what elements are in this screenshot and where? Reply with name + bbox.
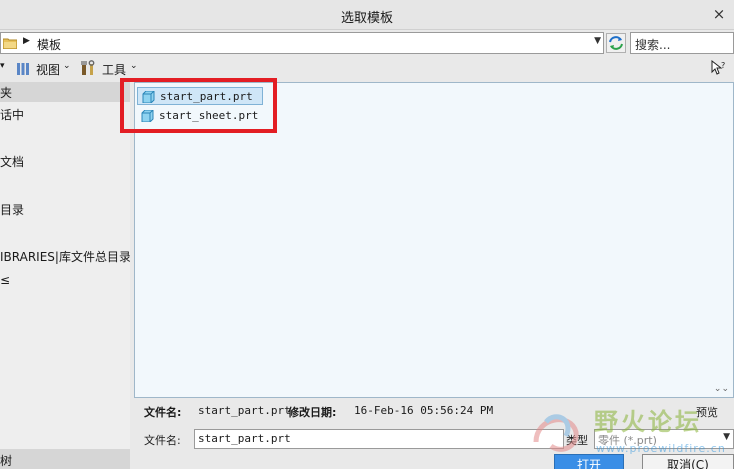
cancel-button[interactable]: 取消(C) [642,454,734,469]
sidebar-item-documents[interactable]: 文档 [0,153,24,170]
refresh-icon[interactable] [606,33,626,53]
organize-chevron-icon[interactable]: ▾ [0,61,5,71]
info-filename-value: start_part.prt [198,404,291,417]
sidebar: 夹 话中 文档 目录 IBRARIES|库文件总目录 ≤ 树 [0,82,130,469]
type-value: 零件 (*.prt) [598,434,657,447]
preview-toggle[interactable]: 预览 [696,404,718,420]
search-input[interactable]: 搜索... [630,32,734,54]
svg-text:?: ? [721,61,725,70]
title-bar: 选取模板 × [0,0,734,30]
sidebar-item-other[interactable]: ≤ [0,273,10,287]
info-modified-label: 修改日期: [288,406,337,419]
type-select[interactable]: 零件 (*.prt) ▼ [594,429,734,449]
filename-row: 文件名: start_part.prt 类型 零件 (*.prt) ▼ [134,426,734,452]
filename-label: 文件名: [144,434,181,447]
folder-icon [3,38,17,49]
info-filename-label: 文件名: [144,406,182,419]
view-menu[interactable]: 视图 [36,61,60,78]
close-icon[interactable]: × [710,5,728,23]
breadcrumb-item[interactable]: 模板 [37,36,61,53]
type-label: 类型 [566,434,588,447]
chevron-down-icon[interactable]: ▼ [594,36,601,46]
file-info-bar: 文件名: start_part.prt 修改日期: 16-Feb-16 05:5… [134,400,734,422]
resize-grip-icon[interactable]: ⌄⌄ [714,384,729,394]
tools-icon[interactable] [80,60,96,76]
chevron-down-icon[interactable]: ⌄ [63,61,71,71]
window-title: 选取模板 [340,11,393,26]
open-button[interactable]: 打开 [554,454,624,469]
sidebar-item-session[interactable]: 话中 [0,106,24,123]
button-row: 打开 取消(C) [134,452,734,469]
tools-menu[interactable]: 工具 [102,61,126,78]
chevron-down-icon[interactable]: ⌄ [130,61,138,71]
sidebar-item-directory[interactable]: 目录 [0,201,24,218]
chevron-down-icon[interactable]: ▼ [723,432,730,442]
highlight-annotation [120,78,277,133]
filename-field[interactable]: start_part.prt [194,429,564,449]
path-bar: ▶ 模板 ▼ 搜索... [0,30,734,56]
sidebar-header[interactable]: 夹 [0,82,130,102]
breadcrumb-arrow-icon[interactable]: ▶ [23,36,30,46]
address-field[interactable]: ▶ 模板 ▼ [0,32,604,54]
help-pointer-icon[interactable]: ? [710,59,728,77]
view-grid-icon[interactable] [16,62,30,76]
info-modified-value: 16-Feb-16 05:56:24 PM [354,404,494,417]
sidebar-item-libraries[interactable]: IBRARIES|库文件总目录 [0,248,130,265]
sidebar-footer[interactable]: 树 [0,449,130,469]
toolbar: ▾ 视图 ⌄ 工具 ⌄ ? [0,56,734,82]
